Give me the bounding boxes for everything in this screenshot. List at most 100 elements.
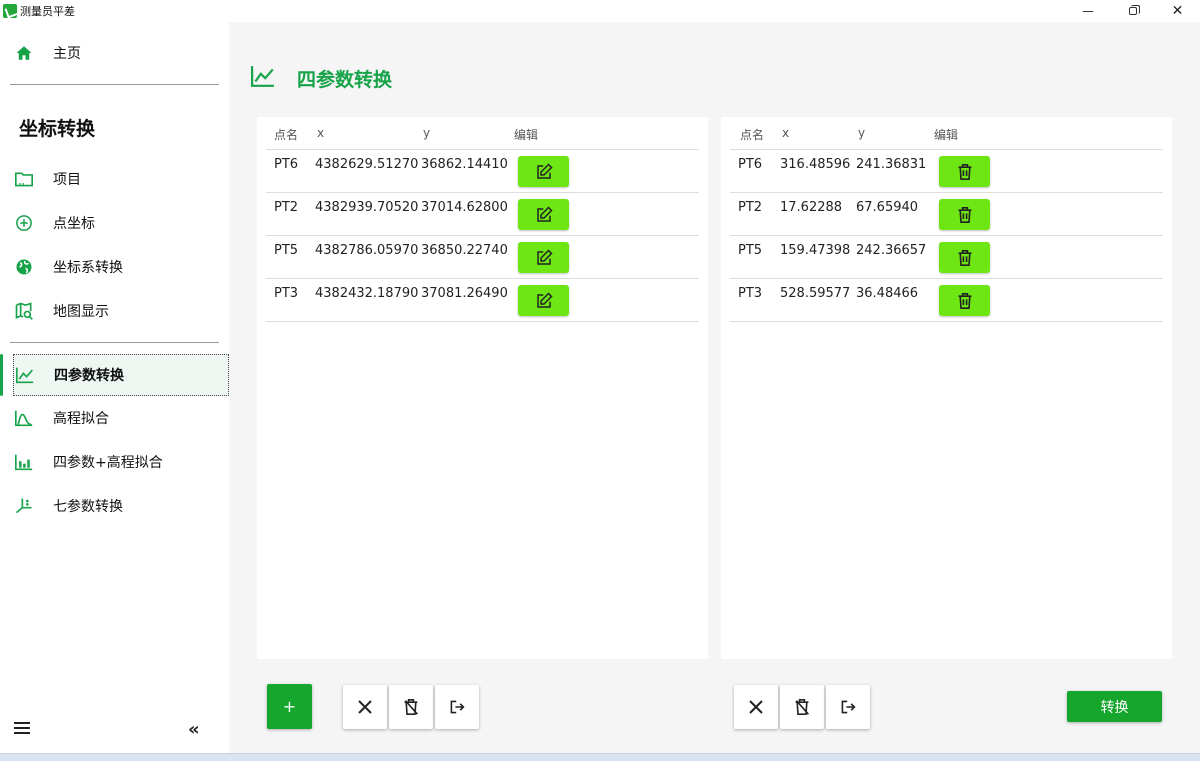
edit-button[interactable]	[518, 242, 569, 273]
cell-x: 528.59577	[780, 286, 851, 301]
sidebar-item-map-display[interactable]: 地图显示	[0, 291, 229, 331]
column-header-y: y	[858, 126, 866, 140]
convert-button[interactable]: 转换	[1067, 691, 1162, 722]
sidebar-item-home[interactable]: 主页	[0, 33, 229, 73]
cell-y: 36.48466	[856, 286, 919, 301]
globe-icon	[14, 257, 34, 277]
cell-name: PT6	[738, 157, 763, 172]
sidebar-item-label: 七参数转换	[53, 499, 123, 515]
delete-button[interactable]	[939, 199, 990, 230]
cell-y: 242.36657	[856, 243, 927, 258]
sidebar-item-four-param[interactable]: 四参数转换	[13, 354, 229, 396]
delete-all-icon	[404, 699, 418, 715]
sidebar-item-point-coords[interactable]: 点坐标	[0, 203, 229, 243]
table-row[interactable]: PT5 4382786.05970 36850.22740	[266, 236, 699, 279]
export-left-button[interactable]	[435, 685, 479, 729]
folder-icon	[14, 169, 34, 189]
plus-circle-icon	[14, 213, 34, 233]
delete-all-left-button[interactable]	[389, 685, 433, 729]
column-header-edit: 编辑	[514, 128, 539, 142]
column-header-x: x	[317, 126, 325, 140]
sidebar-item-label: 坐标系转换	[53, 260, 123, 276]
delete-all-icon	[795, 699, 809, 715]
edit-button[interactable]	[518, 285, 569, 316]
trash-icon	[958, 206, 971, 223]
column-header-name: 点名	[740, 128, 765, 142]
export-right-button[interactable]	[826, 685, 870, 729]
line-chart-icon	[249, 64, 277, 92]
sidebar-item-label: 主页	[53, 46, 81, 62]
table-row[interactable]: PT2 4382939.70520 37014.62800	[266, 193, 699, 236]
clear-right-button[interactable]	[734, 685, 778, 729]
add-point-button[interactable]: +	[267, 684, 312, 729]
sidebar-item-label: 四参数转换	[54, 368, 124, 384]
cell-y: 36862.14410	[421, 157, 508, 172]
close-button[interactable]: ✕	[1155, 0, 1200, 22]
sidebar-item-label: 地图显示	[53, 304, 109, 320]
delete-all-right-button[interactable]	[780, 685, 824, 729]
table-row[interactable]: PT6 4382629.51270 36862.14410	[266, 150, 699, 193]
sidebar-divider	[10, 84, 219, 85]
delete-button[interactable]	[939, 242, 990, 273]
minimize-button[interactable]	[1065, 0, 1110, 22]
cell-name: PT3	[738, 286, 763, 301]
table-row[interactable]: PT6 316.48596 241.36831	[730, 150, 1163, 193]
trash-icon	[958, 249, 971, 266]
export-icon	[450, 700, 465, 714]
export-icon	[841, 700, 856, 714]
table-row[interactable]: PT2 17.62288 67.65940	[730, 193, 1163, 236]
window-title: 测量员平差	[20, 5, 75, 18]
trash-icon	[958, 292, 971, 309]
active-indicator	[0, 354, 3, 396]
title-bar: 测量员平差 ✕	[0, 0, 1200, 22]
target-points-panel: 点名 x y 编辑 PT6 316.48596 241.36831 PT2 17…	[721, 117, 1172, 659]
column-header-edit: 编辑	[934, 128, 959, 142]
sidebar-divider	[10, 342, 219, 343]
cell-x: 159.47398	[780, 243, 851, 258]
table-row[interactable]: PT5 159.47398 242.36657	[730, 236, 1163, 279]
cell-name: PT5	[738, 243, 763, 258]
bar-chart-icon	[14, 452, 34, 472]
close-icon	[749, 700, 763, 714]
sidebar-item-label: 高程拟合	[53, 411, 109, 427]
cell-x: 17.62288	[780, 200, 843, 215]
window-controls: ✕	[1065, 0, 1200, 22]
sidebar-item-label: 四参数+高程拟合	[53, 455, 163, 471]
cell-name: PT2	[738, 200, 763, 215]
sidebar-item-project[interactable]: 项目	[0, 159, 229, 199]
menu-button[interactable]	[14, 722, 32, 737]
delete-button[interactable]	[939, 285, 990, 316]
close-icon	[358, 700, 372, 714]
edit-icon	[536, 162, 553, 179]
delete-button[interactable]	[939, 156, 990, 187]
sidebar-section-title: 坐标转换	[19, 118, 96, 140]
line-chart-icon	[15, 365, 35, 385]
cell-name: PT5	[274, 243, 299, 258]
sidebar-item-seven-param[interactable]: 七参数转换	[0, 486, 229, 526]
cell-x: 316.48596	[780, 157, 851, 172]
cell-name: PT6	[274, 157, 299, 172]
page-header: 四参数转换	[249, 64, 392, 92]
sidebar-item-four-param-height[interactable]: 四参数+高程拟合	[0, 442, 229, 482]
cell-name: PT3	[274, 286, 299, 301]
sidebar: 主页 坐标转换 项目 点坐标 坐标系转换 地图显示 四参数转换 高程拟合 四参数…	[0, 22, 229, 753]
collapse-sidebar-button[interactable]: «	[188, 719, 200, 740]
column-header-y: y	[423, 126, 431, 140]
table-row[interactable]: PT3 4382432.18790 37081.26490	[266, 279, 699, 322]
sidebar-item-crs-transform[interactable]: 坐标系转换	[0, 247, 229, 287]
edit-icon	[536, 291, 553, 308]
table-row[interactable]: PT3 528.59577 36.48466	[730, 279, 1163, 322]
table-header: 点名 x y 编辑	[730, 117, 1163, 150]
sidebar-item-height-fit[interactable]: 高程拟合	[0, 398, 229, 438]
taskbar-edge	[0, 753, 1200, 761]
edit-button[interactable]	[518, 156, 569, 187]
edit-icon	[536, 248, 553, 265]
app-logo-icon	[3, 4, 17, 18]
page-title: 四参数转换	[297, 68, 393, 91]
clear-left-button[interactable]	[343, 685, 387, 729]
restore-button[interactable]	[1110, 0, 1155, 22]
cell-x: 4382786.05970	[315, 243, 419, 258]
sidebar-item-label: 项目	[53, 172, 81, 188]
edit-button[interactable]	[518, 199, 569, 230]
cell-x: 4382629.51270	[315, 157, 419, 172]
